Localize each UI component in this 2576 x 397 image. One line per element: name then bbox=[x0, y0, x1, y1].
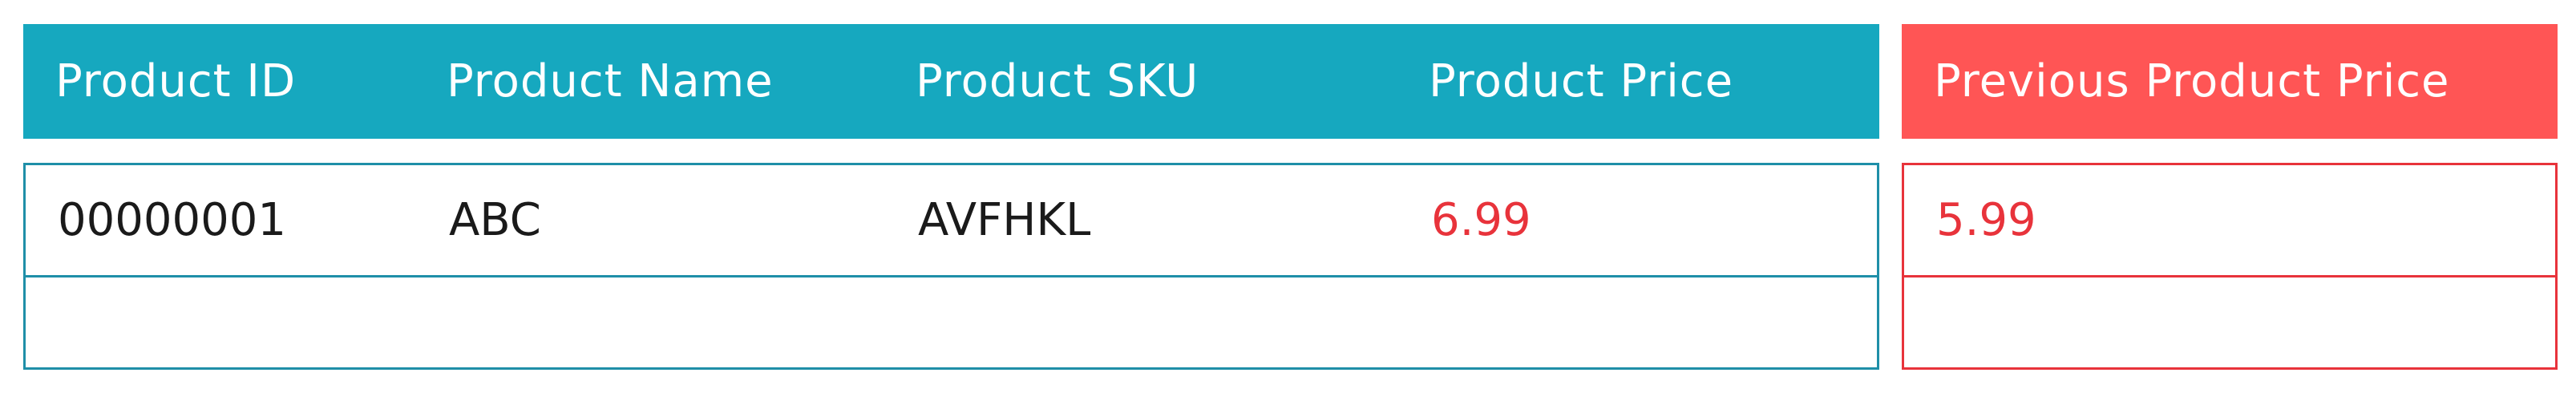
cell-product-sku: AVFHKL bbox=[918, 194, 1091, 246]
previous-price-table-body: 5.99 bbox=[1902, 163, 2558, 370]
header-product-name: Product Name bbox=[447, 55, 774, 107]
products-table-body: 00000001 ABC AVFHKL 6.99 bbox=[23, 163, 1879, 370]
cell-product-name: ABC bbox=[449, 194, 541, 246]
row-divider bbox=[1904, 275, 2555, 277]
header-product-id: Product ID bbox=[55, 55, 297, 107]
cell-product-id: 00000001 bbox=[58, 194, 287, 246]
row-divider bbox=[26, 275, 1877, 277]
products-table-header: Product ID Product Name Product SKU Prod… bbox=[23, 24, 1879, 139]
header-product-sku: Product SKU bbox=[916, 55, 1199, 107]
cell-previous-product-price: 5.99 bbox=[1936, 194, 2036, 246]
previous-price-header: Previous Product Price bbox=[1902, 24, 2558, 139]
cell-product-price: 6.99 bbox=[1431, 194, 1531, 246]
header-previous-product-price: Previous Product Price bbox=[1934, 55, 2450, 107]
header-product-price: Product Price bbox=[1429, 55, 1734, 107]
